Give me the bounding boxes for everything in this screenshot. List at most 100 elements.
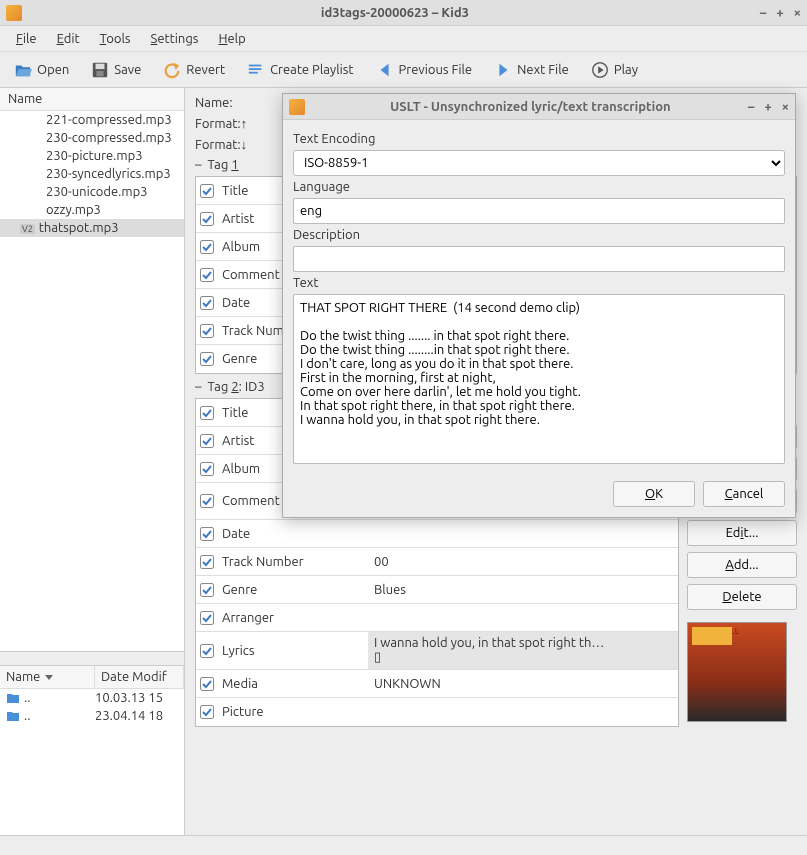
tag-field-value[interactable] (368, 708, 678, 716)
tag-field-label: Media (218, 673, 368, 695)
menu-help[interactable]: Help (210, 29, 253, 49)
tag-field-label: Track Number (218, 551, 368, 573)
add-button[interactable]: Add... (687, 552, 797, 578)
checkbox-icon[interactable] (200, 324, 214, 338)
dialog-maximize[interactable]: + (764, 100, 771, 114)
tag-row[interactable]: Track Number00 (196, 548, 678, 576)
file-tree[interactable]: 221-compressed.mp3 230-compressed.mp3 230-… (0, 111, 184, 651)
next-file-button[interactable]: Next File (488, 57, 575, 83)
dialog-title: USLT - Unsynchronized lyric/text transcr… (313, 100, 748, 114)
create-playlist-button[interactable]: Create Playlist (241, 57, 359, 83)
checkbox-icon[interactable] (200, 705, 214, 719)
tree-header-name[interactable]: Name (0, 88, 184, 111)
checkbox-icon[interactable] (200, 296, 214, 310)
tree-item[interactable]: 230-syncedlyrics.mp3 (0, 165, 184, 183)
save-icon (91, 61, 109, 79)
dialog-minimize[interactable]: – (748, 100, 755, 114)
lower-row[interactable]: ..23.04.14 18 (0, 707, 184, 725)
left-pane: Name 221-compressed.mp3 230-compressed.mp… (0, 88, 185, 835)
checkbox-icon[interactable] (200, 644, 214, 658)
tree-item[interactable]: ozzy.mp3 (0, 201, 184, 219)
open-button[interactable]: Open (8, 57, 75, 83)
revert-button[interactable]: Revert (157, 57, 231, 83)
tree-item[interactable]: 230-unicode.mp3 (0, 183, 184, 201)
menu-edit[interactable]: Edit (49, 29, 88, 49)
menu-tools[interactable]: Tools (92, 29, 139, 49)
tag-field-value[interactable] (368, 614, 678, 622)
menu-settings[interactable]: Settings (143, 29, 207, 49)
horizontal-scrollbar[interactable] (0, 651, 184, 665)
tag-field-value[interactable]: UNKNOWN (368, 673, 678, 695)
tag-row[interactable]: MediaUNKNOWN (196, 670, 678, 698)
play-button[interactable]: Play (585, 57, 644, 83)
tree-item[interactable]: V2thatspot.mp3 (0, 219, 184, 237)
checkbox-icon[interactable] (200, 677, 214, 691)
text-textarea[interactable]: THAT SPOT RIGHT THERE (14 second demo cl… (293, 294, 785, 464)
tag-field-label: Picture (218, 701, 368, 723)
play-icon (591, 61, 609, 79)
checkbox-icon[interactable] (200, 212, 214, 226)
checkbox-icon[interactable] (200, 352, 214, 366)
menu-file[interactable]: File (8, 29, 45, 49)
tag-row[interactable]: Date (196, 520, 678, 548)
tag-field-label: Lyrics (218, 640, 368, 662)
collapse-icon[interactable]: – (195, 158, 201, 172)
checkbox-icon[interactable] (200, 184, 214, 198)
statusbar (0, 835, 807, 855)
edit-button[interactable]: Edit... (687, 520, 797, 546)
ok-button[interactable]: OK (613, 481, 695, 507)
tree-item-label: 230-compressed.mp3 (46, 131, 172, 145)
collapse-icon[interactable]: – (195, 380, 201, 394)
uslt-dialog: USLT - Unsynchronized lyric/text transcr… (282, 93, 796, 518)
tree-item-label: 230-unicode.mp3 (46, 185, 148, 199)
cancel-button[interactable]: Cancel (703, 481, 785, 507)
titlebar: id3tags-20000623 – Kid3 – + × (0, 0, 807, 26)
description-label: Description (293, 228, 785, 242)
lower-body[interactable]: ..10.03.13 15..23.04.14 18 (0, 689, 184, 835)
close-button[interactable]: × (794, 6, 801, 20)
checkbox-icon[interactable] (200, 527, 214, 541)
encoding-select[interactable]: ISO-8859-1 (293, 150, 785, 176)
lower-col-date[interactable]: Date Modif (95, 666, 184, 688)
maximize-button[interactable]: + (776, 6, 783, 20)
tag-row[interactable]: GenreBlues (196, 576, 678, 604)
lower-col-name[interactable]: Name (0, 666, 95, 688)
next-icon (494, 61, 512, 79)
folder-icon (6, 691, 20, 705)
lower-row[interactable]: ..10.03.13 15 (0, 689, 184, 707)
tag-row[interactable]: LyricsI wanna hold you, in that spot rig… (196, 632, 678, 670)
tag-field-value[interactable]: 00 (368, 551, 678, 573)
lower-header: Name Date Modif (0, 666, 184, 689)
previous-file-button[interactable]: Previous File (370, 57, 479, 83)
tag-row[interactable]: Picture (196, 698, 678, 726)
window-title: id3tags-20000623 – Kid3 (30, 6, 760, 20)
language-input[interactable] (293, 198, 785, 224)
checkbox-icon[interactable] (200, 611, 214, 625)
tree-item[interactable]: 230-compressed.mp3 (0, 129, 184, 147)
checkbox-icon[interactable] (200, 406, 214, 420)
dialog-icon (289, 99, 305, 115)
checkbox-icon[interactable] (200, 268, 214, 282)
tag-row[interactable]: Arranger (196, 604, 678, 632)
tag-field-value[interactable] (368, 530, 678, 538)
language-label: Language (293, 180, 785, 194)
checkbox-icon[interactable] (200, 583, 214, 597)
minimize-button[interactable]: – (760, 6, 767, 20)
tree-item[interactable]: 221-compressed.mp3 (0, 111, 184, 129)
folder-icon (6, 709, 20, 723)
checkbox-icon[interactable] (200, 462, 214, 476)
album-art[interactable]: CAREY BELL (687, 622, 787, 722)
tag-field-value[interactable]: I wanna hold you, in that spot right th…… (368, 632, 678, 669)
encoding-label: Text Encoding (293, 132, 785, 146)
tag-field-value[interactable]: Blues (368, 579, 678, 601)
checkbox-icon[interactable] (200, 434, 214, 448)
checkbox-icon[interactable] (200, 555, 214, 569)
tree-item[interactable]: 230-picture.mp3 (0, 147, 184, 165)
save-button[interactable]: Save (85, 57, 147, 83)
checkbox-icon[interactable] (200, 494, 214, 508)
description-input[interactable] (293, 246, 785, 272)
delete-button[interactable]: Delete (687, 584, 797, 610)
dialog-titlebar[interactable]: USLT - Unsynchronized lyric/text transcr… (283, 94, 795, 120)
checkbox-icon[interactable] (200, 240, 214, 254)
dialog-close[interactable]: × (782, 100, 789, 114)
